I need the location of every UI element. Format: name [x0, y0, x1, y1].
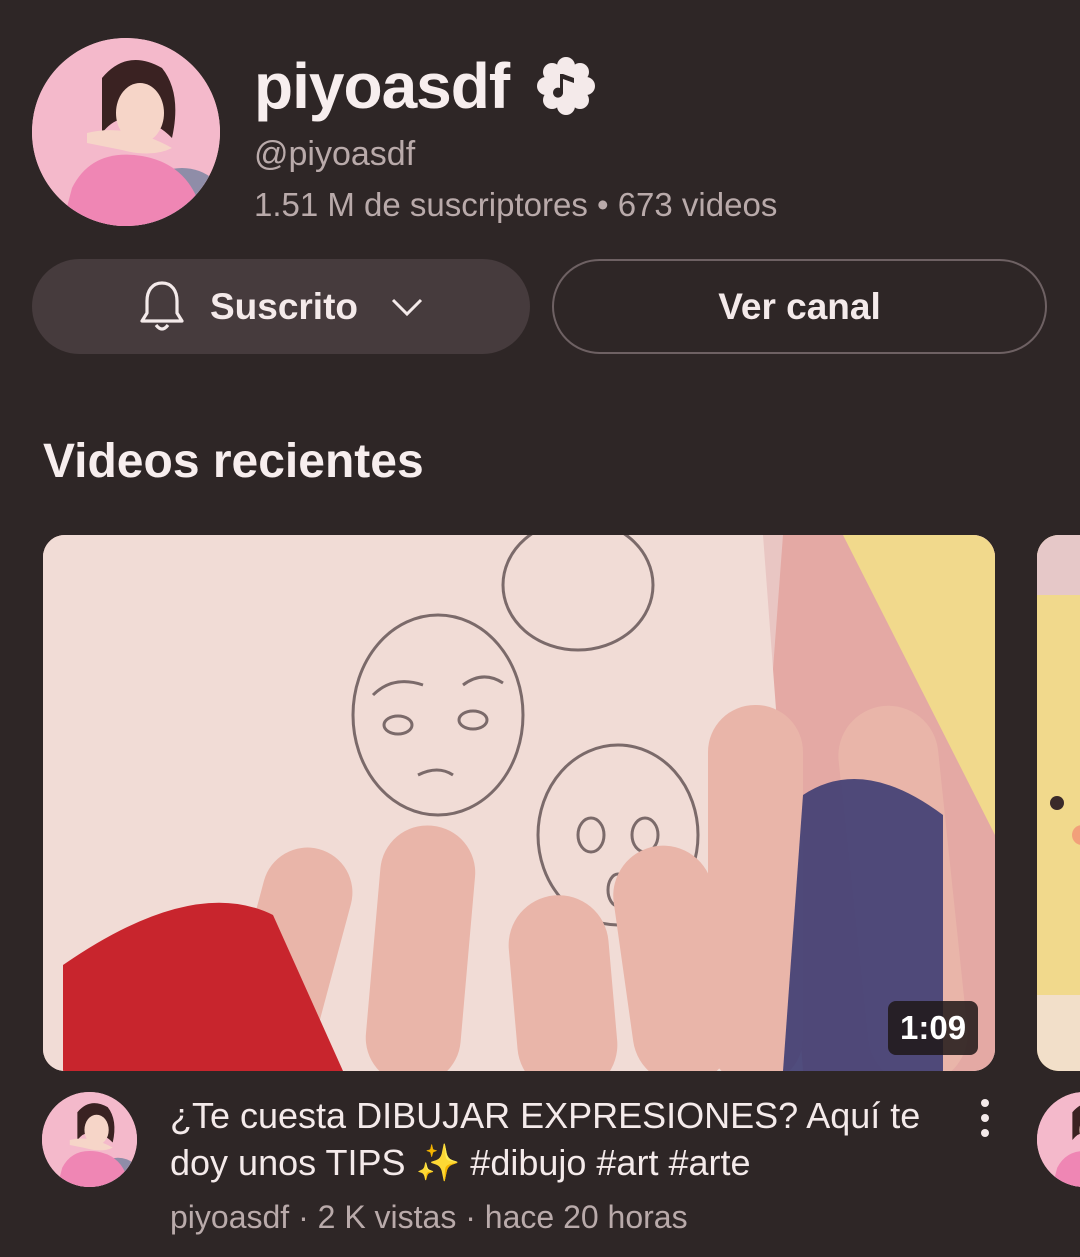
more-options-icon[interactable]: [970, 1096, 1000, 1140]
video-thumbnail[interactable]: [43, 535, 995, 1071]
video-duration: 1:09: [888, 1001, 979, 1055]
channel-page: piyoasdf @piyoasdf 1.51 M de suscriptore…: [0, 0, 1080, 1257]
channel-name: piyoasdf: [254, 50, 510, 122]
video-title[interactable]: ¿Te cuesta DIBUJAR EXPRESIONES? Aquí te …: [170, 1092, 940, 1186]
next-video-thumbnail[interactable]: [1037, 535, 1080, 1071]
thumbnail-image: [43, 535, 995, 1071]
small-avatar-image: [42, 1092, 137, 1187]
view-channel-label: Ver canal: [718, 285, 881, 327]
next-small-avatar-image: [1037, 1092, 1080, 1187]
avatar-image: [32, 38, 220, 226]
video-meta: piyoasdf · 2 K vistas · hace 20 horas: [170, 1199, 688, 1235]
music-note-badge-icon: [537, 57, 595, 115]
bell-icon: [140, 280, 184, 331]
subscribed-button[interactable]: Suscrito: [32, 259, 530, 354]
chevron-down-icon: [391, 298, 423, 316]
subscribed-label: Suscrito: [209, 285, 359, 327]
channel-stats: 1.51 M de suscriptores • 673 videos: [254, 186, 778, 223]
video-channel-avatar[interactable]: [42, 1092, 137, 1187]
next-thumbnail-image: [1037, 535, 1080, 1071]
next-video-channel-avatar[interactable]: [1037, 1092, 1080, 1187]
view-channel-button[interactable]: Ver canal: [552, 259, 1047, 354]
channel-avatar[interactable]: [32, 38, 220, 226]
section-title: Videos recientes: [43, 435, 424, 488]
channel-handle: @piyoasdf: [254, 135, 416, 173]
